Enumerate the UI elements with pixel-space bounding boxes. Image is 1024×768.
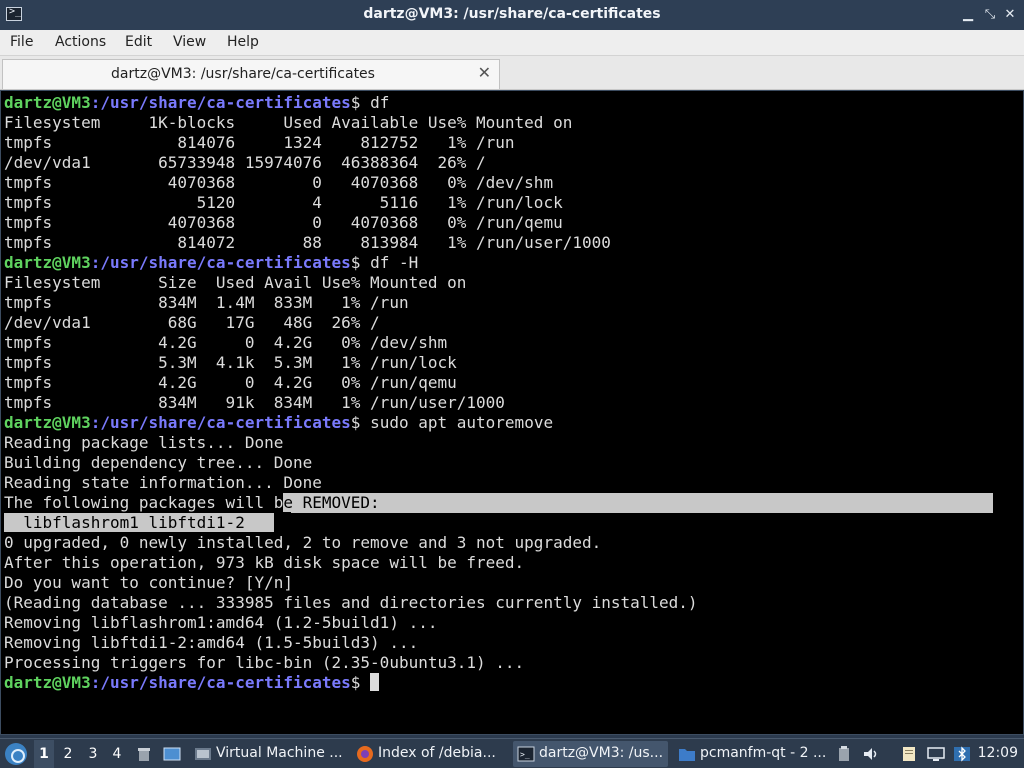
output-line: /dev/vda1 65733948 15974076 46388364 26%… bbox=[4, 153, 486, 172]
output-line: tmpfs 814072 88 813984 1% /run/user/1000 bbox=[4, 233, 611, 252]
output-line: Reading state information... Done bbox=[4, 473, 322, 492]
task-terminal[interactable]: >_ dartz@VM3: /us... bbox=[513, 741, 668, 767]
output-line: Processing triggers for libc-bin (2.35-0… bbox=[4, 653, 525, 672]
prompt-symbol: $ bbox=[350, 673, 371, 692]
output-line: Do you want to continue? [Y/n] bbox=[4, 573, 293, 592]
prompt-line: dartz@VM3:/usr/share/ca-certificates$ bbox=[4, 673, 698, 693]
command-text: df bbox=[370, 93, 390, 112]
terminal-window: >_ dartz@VM3: /usr/share/ca-certificates… bbox=[0, 0, 1024, 738]
selected-text: libflashrom1 libftdi1-2 bbox=[4, 513, 274, 532]
trash-icon[interactable] bbox=[135, 745, 153, 763]
output-line: tmpfs 4070368 0 4070368 0% /dev/shm bbox=[4, 173, 554, 192]
task-firefox[interactable]: Index of /debia... bbox=[352, 741, 507, 767]
output-line: Removing libflashrom1:amd64 (1.2-5build1… bbox=[4, 613, 438, 632]
tab-bar: dartz@VM3: /usr/share/ca-certificates ✕ bbox=[0, 56, 1024, 90]
prompt-path: :/usr/share/ca-certificates bbox=[90, 673, 351, 692]
vm-icon bbox=[195, 748, 211, 760]
minimize-button[interactable]: ▁ bbox=[958, 5, 978, 25]
output-line: /dev/vda1 68G 17G 48G 26% / bbox=[4, 313, 380, 332]
output-line: tmpfs 814076 1324 812752 1% /run bbox=[4, 133, 515, 152]
task-virtual-machine[interactable]: Virtual Machine ... bbox=[190, 741, 345, 767]
task-label: pcmanfm-qt - 2 ... bbox=[700, 745, 827, 761]
tab-close-icon[interactable]: ✕ bbox=[478, 63, 491, 82]
menu-bar: File Actions Edit View Help bbox=[0, 30, 1024, 56]
menu-view[interactable]: View bbox=[173, 34, 206, 50]
prompt-user: dartz@VM3 bbox=[4, 93, 91, 112]
prompt-user: dartz@VM3 bbox=[4, 673, 91, 692]
prompt-user: dartz@VM3 bbox=[4, 253, 91, 272]
command-text: sudo apt autoremove bbox=[370, 413, 554, 432]
output-line: 0 upgraded, 0 newly installed, 2 to remo… bbox=[4, 533, 602, 552]
start-menu-icon[interactable] bbox=[5, 743, 27, 765]
output-line: libflashrom1 libftdi1-2 bbox=[4, 513, 698, 533]
output-line: Removing libftdi1-2:amd64 (1.5-5build3) … bbox=[4, 633, 419, 652]
close-button[interactable]: ✕ bbox=[1000, 5, 1020, 25]
title-bar[interactable]: >_ dartz@VM3: /usr/share/ca-certificates… bbox=[0, 0, 1024, 30]
workspace-3[interactable]: 3 bbox=[83, 746, 103, 762]
menu-file[interactable]: File bbox=[10, 34, 33, 50]
terminal-icon: >_ bbox=[517, 746, 535, 762]
folder-icon bbox=[679, 749, 695, 761]
output-line: tmpfs 5.3M 4.1k 5.3M 1% /run/lock bbox=[4, 353, 457, 372]
prompt-path: :/usr/share/ca-certificates bbox=[90, 93, 351, 112]
output-line: tmpfs 834M 1.4M 833M 1% /run bbox=[4, 293, 409, 312]
bluetooth-icon[interactable] bbox=[953, 745, 971, 763]
prompt-line: dartz@VM3:/usr/share/ca-certificates$ su… bbox=[4, 413, 698, 433]
output-line: Filesystem Size Used Avail Use% Mounted … bbox=[4, 273, 467, 292]
network-icon[interactable] bbox=[927, 745, 945, 763]
prompt-line: dartz@VM3:/usr/share/ca-certificates$ df… bbox=[4, 253, 698, 273]
menu-actions[interactable]: Actions bbox=[55, 34, 106, 50]
terminal-lines: dartz@VM3:/usr/share/ca-certificates$ df… bbox=[4, 93, 698, 693]
prompt-user: dartz@VM3 bbox=[4, 413, 91, 432]
output-line: tmpfs 4070368 0 4070368 0% /run/qemu bbox=[4, 213, 563, 232]
prompt-symbol: $ bbox=[350, 413, 371, 432]
prompt-symbol: $ bbox=[350, 93, 371, 112]
show-desktop-icon[interactable] bbox=[163, 745, 181, 763]
workspace-2[interactable]: 2 bbox=[58, 746, 78, 762]
output-line: tmpfs 834M 91k 834M 1% /run/user/1000 bbox=[4, 393, 505, 412]
output-line: (Reading database ... 333985 files and d… bbox=[4, 593, 698, 612]
svg-text:>_: >_ bbox=[520, 750, 530, 759]
menu-edit[interactable]: Edit bbox=[125, 34, 152, 50]
terminal-output[interactable]: dartz@VM3:/usr/share/ca-certificates$ df… bbox=[0, 90, 1024, 735]
output-line: tmpfs 4.2G 0 4.2G 0% /dev/shm bbox=[4, 333, 448, 352]
text-cursor bbox=[370, 673, 380, 691]
task-label: dartz@VM3: /us... bbox=[539, 745, 664, 761]
output-line: Building dependency tree... Done bbox=[4, 453, 313, 472]
output-text: The following packages will b bbox=[4, 493, 284, 512]
firefox-icon bbox=[357, 746, 373, 762]
notes-icon[interactable] bbox=[900, 745, 918, 763]
task-label: Virtual Machine ... bbox=[216, 745, 343, 761]
clipboard-icon[interactable] bbox=[835, 745, 853, 763]
workspace-4[interactable]: 4 bbox=[107, 746, 127, 762]
selected-text: e REMOVED: bbox=[283, 493, 380, 512]
prompt-path: :/usr/share/ca-certificates bbox=[90, 413, 351, 432]
output-line: tmpfs 5120 4 5116 1% /run/lock bbox=[4, 193, 563, 212]
output-line: tmpfs 4.2G 0 4.2G 0% /run/qemu bbox=[4, 373, 457, 392]
window-title: dartz@VM3: /usr/share/ca-certificates bbox=[363, 6, 661, 22]
workspace-1[interactable]: 1 bbox=[34, 740, 54, 768]
output-line: Reading package lists... Done bbox=[4, 433, 284, 452]
clock: 12:09 bbox=[977, 745, 1018, 761]
output-line: Filesystem 1K-blocks Used Available Use%… bbox=[4, 113, 573, 132]
menu-help[interactable]: Help bbox=[227, 34, 259, 50]
tab-label: dartz@VM3: /usr/share/ca-certificates bbox=[111, 66, 375, 82]
command-text: df -H bbox=[370, 253, 419, 272]
task-label: Index of /debia... bbox=[378, 745, 496, 761]
volume-icon[interactable] bbox=[862, 745, 880, 763]
output-line: After this operation, 973 kB disk space … bbox=[4, 553, 525, 572]
prompt-symbol: $ bbox=[350, 253, 371, 272]
output-line: The following packages will be REMOVED: bbox=[4, 493, 698, 513]
prompt-line: dartz@VM3:/usr/share/ca-certificates$ df bbox=[4, 93, 698, 113]
task-file-manager[interactable]: pcmanfm-qt - 2 ... bbox=[674, 741, 829, 767]
prompt-path: :/usr/share/ca-certificates bbox=[90, 253, 351, 272]
tab-terminal[interactable]: dartz@VM3: /usr/share/ca-certificates ✕ bbox=[2, 59, 500, 89]
taskbar: 1 2 3 4 Virtual Machine ... Index of /de… bbox=[0, 738, 1024, 768]
maximize-button[interactable]: ⤡ bbox=[980, 5, 1000, 25]
